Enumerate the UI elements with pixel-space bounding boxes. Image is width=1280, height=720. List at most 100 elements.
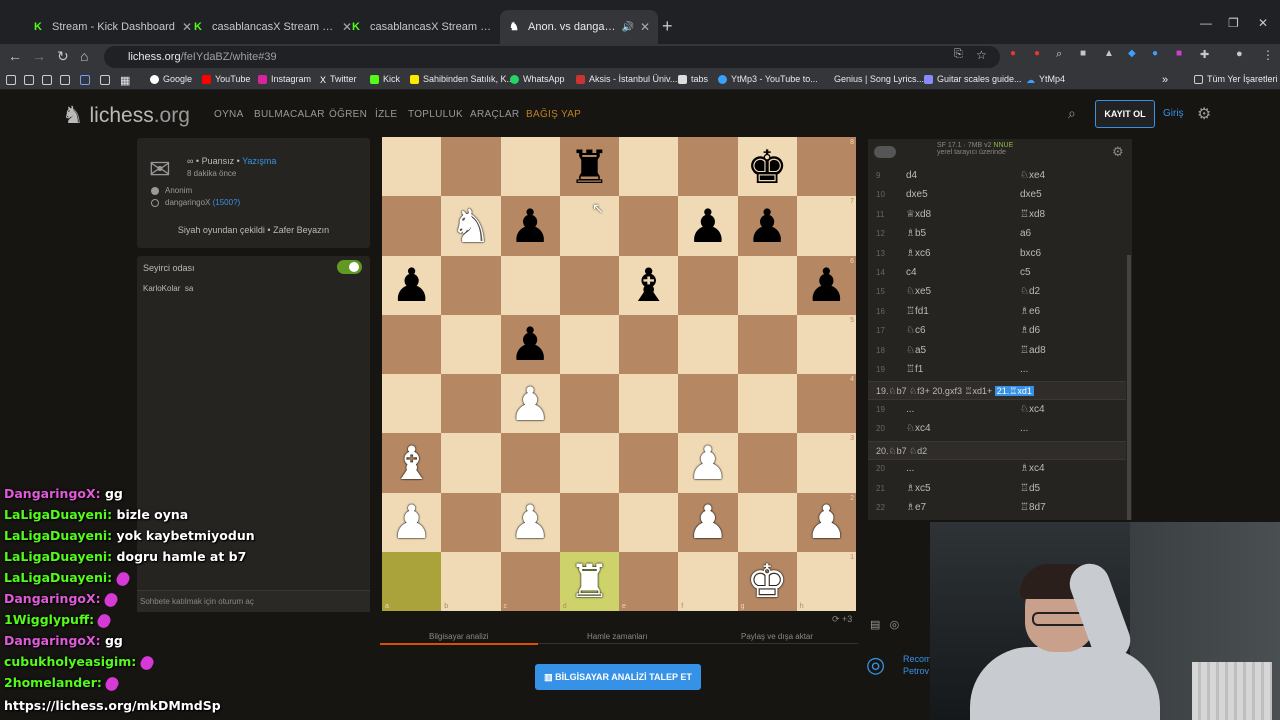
square-a3[interactable]: ♝	[382, 433, 442, 493]
square-e5[interactable]	[619, 314, 679, 374]
square-b7[interactable]: ♞	[441, 196, 501, 256]
white-pawn-icon[interactable]: ♟	[687, 499, 728, 545]
engine-toggle[interactable]	[874, 146, 896, 158]
new-tab-button[interactable]: +	[662, 16, 673, 37]
black-pawn-icon[interactable]: ♟	[510, 203, 551, 249]
book-icon[interactable]: ▤	[870, 619, 880, 631]
extension-icon[interactable]: ■	[1080, 48, 1086, 59]
white-move[interactable]: ♗xc6	[906, 248, 931, 259]
bookmark-folder-icon[interactable]	[6, 75, 16, 85]
black-player[interactable]: dangaringoX (1500?)	[151, 198, 240, 207]
black-move[interactable]: ♘xc4	[1020, 404, 1045, 415]
square-f1[interactable]: f	[678, 551, 738, 611]
black-pawn-icon[interactable]: ♟	[747, 203, 788, 249]
square-b1[interactable]: b	[441, 551, 501, 611]
minimize-icon[interactable]: —	[1200, 16, 1212, 30]
square-a2[interactable]: ♟	[382, 492, 442, 552]
profile-avatar-icon[interactable]: ●	[1236, 48, 1243, 60]
all-bookmarks-folder[interactable]: Tüm Yer İşaretleri	[1194, 74, 1278, 84]
board-icons[interactable]: ⟳ +3	[832, 614, 852, 625]
more-bookmarks-icon[interactable]: »	[1162, 74, 1168, 86]
bookmark-guitar[interactable]: Guitar scales guide...	[924, 74, 1022, 84]
white-pawn-icon[interactable]: ♟	[510, 381, 551, 427]
black-move[interactable]: ♖d5	[1020, 483, 1040, 494]
square-b6[interactable]	[441, 255, 501, 315]
white-move[interactable]: ♘a5	[906, 345, 926, 356]
square-g4[interactable]	[737, 374, 797, 434]
nav-donate[interactable]: BAĞIŞ YAP	[526, 109, 581, 120]
bookmark-ytmp3[interactable]: YtMp3 - YouTube to...	[718, 74, 818, 84]
apps-grid-icon[interactable]: ▦	[120, 74, 130, 87]
black-pawn-icon[interactable]: ♟	[687, 203, 728, 249]
white-rook-icon[interactable]: ♜	[569, 558, 610, 604]
square-b2[interactable]	[441, 492, 501, 552]
bookmark-ytmp4[interactable]: ☁ YtMp4	[1026, 74, 1065, 85]
white-move[interactable]: ♖f1	[906, 364, 923, 375]
square-a1[interactable]: a	[382, 551, 442, 611]
close-tab-icon[interactable]: ✕	[640, 20, 650, 34]
bookmark-folder-icon[interactable]	[80, 75, 90, 85]
white-move[interactable]: d4	[906, 170, 917, 181]
chess-board[interactable]: ♜ ♚ 8 ♞ ♟ ♟ ♟ 7 ♟ ♝ ♟ 6 ♟ 5 ♟ 4 ♝ ♟ 3 ♟ ♟ ♟ ♟ 2 a b c ♜ d e f ♚ g 1 h	[382, 137, 856, 611]
current-move[interactable]: 21.♖xd1	[994, 386, 1034, 397]
address-bar[interactable]: lichess.org/feIYdaBZ/white#39	[104, 46, 1000, 68]
black-pawn-icon[interactable]: ♟	[510, 321, 551, 367]
square-h2[interactable]: ♟ 2	[796, 492, 856, 552]
black-move[interactable]: ...	[1020, 423, 1028, 434]
bookmark-tabs[interactable]: tabs	[678, 74, 708, 84]
bookmark-google[interactable]: Google	[150, 74, 192, 84]
tab-computer-analysis[interactable]: Bilgisayar analizi	[429, 632, 489, 641]
square-e1[interactable]: e	[619, 551, 679, 611]
square-e4[interactable]	[619, 374, 679, 434]
extension-search-icon[interactable]: ⌕	[1056, 48, 1062, 61]
square-g7[interactable]: ♟	[737, 196, 797, 256]
black-move[interactable]: ♗xc4	[1020, 463, 1045, 474]
speaker-icon[interactable]: 🔊	[621, 22, 633, 33]
square-g8[interactable]: ♚	[737, 137, 797, 197]
black-king-icon[interactable]: ♚	[747, 144, 788, 190]
bookmark-star-icon[interactable]: ☆	[976, 48, 987, 62]
square-b4[interactable]	[441, 374, 501, 434]
square-d1[interactable]: ♜ d	[559, 551, 619, 611]
white-pawn-icon[interactable]: ♟	[391, 499, 432, 545]
square-a8[interactable]	[382, 137, 442, 197]
extension-icon[interactable]: ◆	[1128, 48, 1136, 59]
square-c3[interactable]	[500, 433, 560, 493]
chat-toggle[interactable]	[337, 260, 362, 274]
black-move[interactable]: ♖8d7	[1020, 502, 1046, 513]
nav-watch[interactable]: İZLE	[375, 109, 397, 120]
browser-tab[interactable]: K casablancasX Stream - Watch Live on Ki…	[342, 10, 518, 44]
square-b3[interactable]	[441, 433, 501, 493]
white-move[interactable]: ♘xc4	[906, 423, 931, 434]
white-move[interactable]: ...	[906, 463, 914, 474]
square-a4[interactable]	[382, 374, 442, 434]
nav-tools[interactable]: ARAÇLAR	[470, 109, 519, 120]
black-pawn-icon[interactable]: ♟	[391, 262, 432, 308]
square-f4[interactable]	[678, 374, 738, 434]
black-move[interactable]: bxc6	[1020, 248, 1041, 259]
square-b5[interactable]	[441, 314, 501, 374]
black-move[interactable]: ♖xd8	[1020, 209, 1045, 220]
square-h8[interactable]: 8	[796, 137, 856, 197]
variation-line[interactable]: 19.♘b7 ♘f3+ 20.gxf3 ♖xd1+ 21.♖xd1	[868, 381, 1126, 401]
white-bishop-icon[interactable]: ♝	[391, 440, 432, 486]
black-move[interactable]: c5	[1020, 267, 1031, 278]
bookmark-twitter[interactable]: X Twitter	[320, 74, 357, 85]
square-a5[interactable]	[382, 314, 442, 374]
extensions-puzzle-icon[interactable]: ✚	[1200, 48, 1209, 61]
white-pawn-icon[interactable]: ♟	[806, 499, 847, 545]
black-pawn-icon[interactable]: ♟	[806, 262, 847, 308]
nav-puzzles[interactable]: BULMACALAR	[254, 109, 325, 120]
white-move[interactable]: ♗e7	[906, 502, 926, 513]
square-f5[interactable]	[678, 314, 738, 374]
black-move[interactable]: a6	[1020, 228, 1031, 239]
forward-icon[interactable]: →	[32, 48, 46, 64]
bookmark-whatsapp[interactable]: WhatsApp	[510, 74, 565, 84]
square-e6[interactable]: ♝	[619, 255, 679, 315]
variation-line[interactable]: 20.♘b7 ♘d2	[868, 440, 1126, 460]
signup-button[interactable]: KAYIT OL	[1095, 100, 1155, 128]
mode-link[interactable]: Yazışma	[242, 156, 276, 166]
nav-community[interactable]: TOPLULUK	[408, 109, 463, 120]
square-d5[interactable]	[559, 314, 619, 374]
home-icon[interactable]: ⌂	[80, 48, 88, 64]
